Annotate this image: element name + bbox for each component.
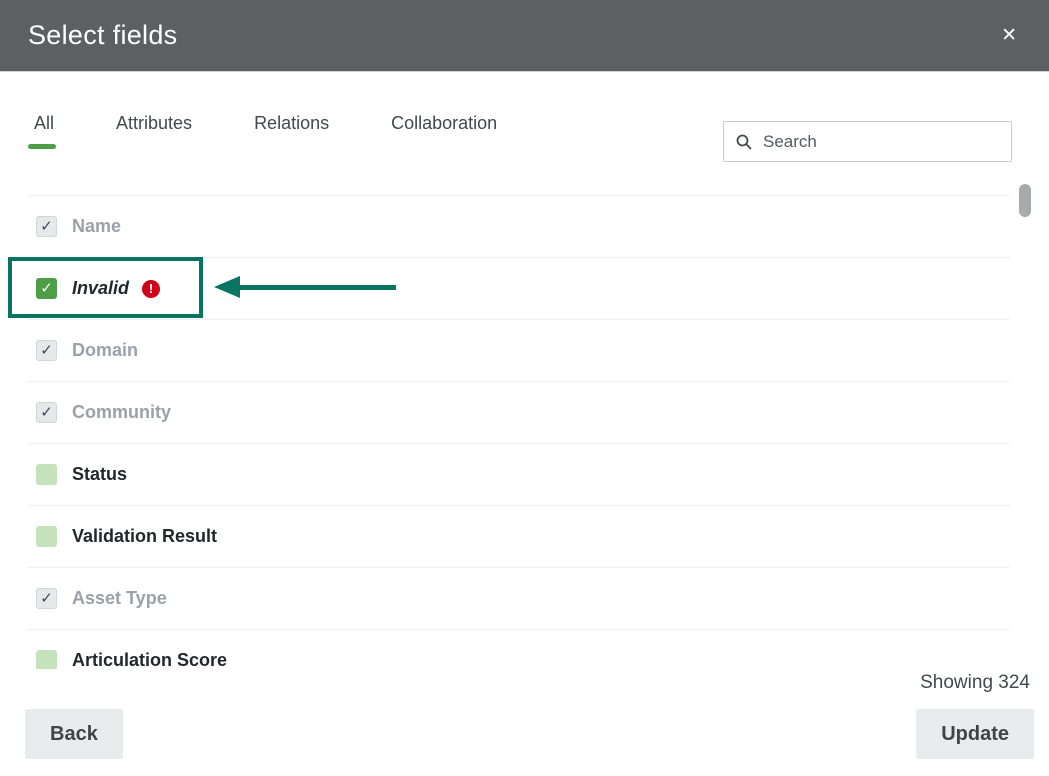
tab-all[interactable]: All	[28, 112, 60, 149]
search-box	[723, 121, 1012, 162]
field-checkbox[interactable]	[36, 464, 57, 485]
field-row: ✓ Invalid !	[28, 258, 1010, 320]
field-label: Community	[72, 402, 171, 423]
close-icon[interactable]: ✕	[997, 22, 1021, 49]
field-list: ✓ Name ✓ Invalid ! ✓ Domain ✓ Community …	[28, 195, 1010, 669]
field-label: Asset Type	[72, 588, 167, 609]
scrollbar-thumb[interactable]	[1019, 184, 1031, 217]
tab-attributes[interactable]: Attributes	[110, 112, 198, 149]
field-row: ✓ Name	[28, 196, 1010, 258]
tab-bar: All Attributes Relations Collaboration	[28, 112, 503, 149]
field-checkbox[interactable]: ✓	[36, 402, 57, 423]
field-label: Name	[72, 216, 121, 237]
field-checkbox[interactable]: ✓	[36, 588, 57, 609]
back-button[interactable]: Back	[25, 709, 123, 759]
field-checkbox[interactable]	[36, 526, 57, 547]
field-label: Articulation Score	[72, 650, 227, 669]
field-checkbox[interactable]: ✓	[36, 340, 57, 361]
field-checkbox[interactable]	[36, 650, 57, 669]
tab-relations[interactable]: Relations	[248, 112, 335, 149]
dialog-header: Select fields ✕	[0, 0, 1049, 72]
error-icon: !	[142, 280, 160, 298]
field-row: Validation Result	[28, 506, 1010, 568]
field-checkbox[interactable]: ✓	[36, 278, 57, 299]
showing-count: Showing 324	[920, 672, 1030, 694]
field-checkbox[interactable]: ✓	[36, 216, 57, 237]
field-label: Domain	[72, 340, 138, 361]
field-row: Status	[28, 444, 1010, 506]
dialog-title: Select fields	[28, 20, 177, 51]
tab-collaboration[interactable]: Collaboration	[385, 112, 503, 149]
search-input[interactable]	[761, 131, 999, 153]
field-label: Invalid	[72, 278, 129, 299]
field-label: Status	[72, 464, 127, 485]
field-label: Validation Result	[72, 526, 217, 547]
field-row: Articulation Score	[28, 630, 1010, 669]
field-row: ✓ Asset Type	[28, 568, 1010, 630]
search-icon	[736, 134, 752, 150]
field-row: ✓ Domain	[28, 320, 1010, 382]
field-row: ✓ Community	[28, 382, 1010, 444]
update-button[interactable]: Update	[916, 709, 1034, 759]
